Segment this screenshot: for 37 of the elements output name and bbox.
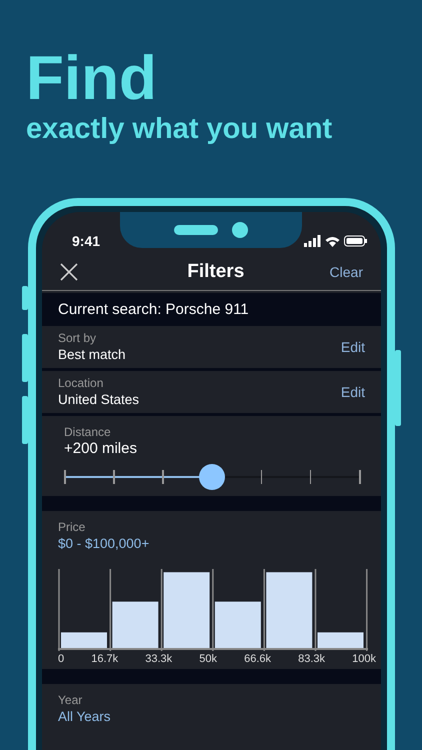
axis-label: 83.3k <box>298 653 326 665</box>
filter-value: +200 miles <box>64 440 138 458</box>
axis-label: 100k <box>352 653 376 665</box>
axis-label: 16.7k <box>91 653 118 665</box>
filter-row[interactable]: Location United States Edit <box>42 371 381 416</box>
filter-label: Price <box>58 519 86 535</box>
axis-label: 50k <box>199 653 217 665</box>
close-icon[interactable] <box>60 263 78 281</box>
filter-label: Sort by <box>58 330 98 346</box>
axis-label: 0 <box>58 653 64 665</box>
status-time: 9:41 <box>72 233 100 249</box>
filter-label: Location <box>58 375 104 391</box>
filter-value: Best match <box>58 346 126 364</box>
filter-row[interactable]: Sort by Best match Edit <box>42 326 381 371</box>
filter-value: All Years <box>58 708 112 726</box>
current-search-text: Current search: Porsche 911 <box>42 293 381 326</box>
histogram-bar <box>112 602 158 649</box>
subheadline: exactly what you want <box>26 112 334 146</box>
filter-label: Distance <box>64 424 112 440</box>
histogram-bar <box>61 632 107 649</box>
axis-label: 66.6k <box>244 653 272 665</box>
histogram-bar <box>214 602 261 649</box>
filter-value: $0 - $100,000+ <box>58 535 150 553</box>
histogram-bar <box>318 632 364 649</box>
battery-icon <box>344 235 367 247</box>
clear-button[interactable]: Clear <box>330 264 363 280</box>
filter-label: Year <box>58 692 84 708</box>
screen-title: Filters <box>187 261 244 283</box>
wifi-icon <box>325 236 340 246</box>
headline: Find <box>26 48 158 110</box>
edit-link[interactable]: Edit <box>340 384 365 400</box>
axis-label: 33.3k <box>145 653 172 665</box>
filter-value: United States <box>58 391 140 409</box>
slider-thumb[interactable] <box>198 464 224 490</box>
distance-slider[interactable] <box>64 464 359 490</box>
edit-link[interactable]: Edit <box>340 339 365 355</box>
signal-icon <box>304 235 321 247</box>
